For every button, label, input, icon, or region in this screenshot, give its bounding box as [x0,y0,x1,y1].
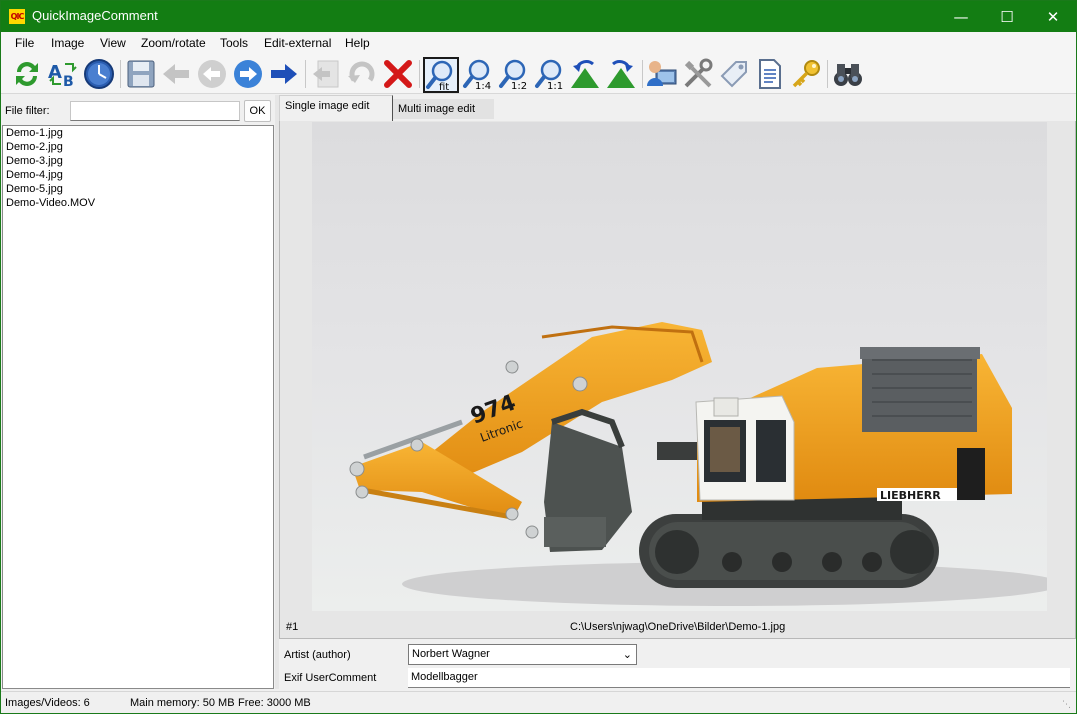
chevron-down-icon[interactable]: ⌄ [623,648,632,661]
list-item[interactable]: Demo-2.jpg [3,140,273,154]
filter-ok-button[interactable]: OK [244,100,271,122]
document-icon[interactable] [754,58,786,90]
comment-label: Exif UserComment [284,672,377,684]
status-free-memory: Free: 3000 MB [238,697,311,709]
list-item[interactable]: Demo-4.jpg [3,168,273,182]
list-item[interactable]: Demo-Video.MOV [3,196,273,210]
clock-icon[interactable] [83,58,115,90]
next-circle-icon[interactable] [232,58,264,90]
toolbar-separator [419,60,420,88]
image-preview: LIEBHERR 974 Litronic [312,122,1047,611]
rename-icon[interactable]: AB [47,58,79,90]
next-arrow-icon[interactable] [268,58,300,90]
undo-icon[interactable] [346,58,378,90]
binoculars-icon[interactable] [832,58,864,90]
list-item[interactable]: Demo-1.jpg [3,126,273,140]
svg-text:1:1: 1:1 [547,81,563,90]
image-viewer[interactable]: LIEBHERR 974 Litronic #1 C:\Users\njwag\… [279,121,1076,639]
status-image-count: Images/Videos: 6 [5,697,90,709]
app-window: QIC QuickImageComment — ☐ ✕ File Image V… [0,0,1077,714]
image-index: #1 [286,621,299,633]
zoom-1-4-icon[interactable]: 1:4 [462,58,494,92]
file-panel: File filter: OK Demo-1.jpg Demo-2.jpg De… [1,95,275,689]
status-bar: Images/Videos: 6 Main memory: 50 MB Free… [1,691,1076,713]
file-filter-label: File filter: [5,105,50,117]
menu-view[interactable]: View [100,36,126,50]
menu-zoom-rotate[interactable]: Zoom/rotate [141,36,206,50]
menu-file[interactable]: File [15,36,34,50]
delete-icon[interactable] [382,58,414,90]
maximize-button[interactable]: ☐ [984,1,1030,32]
toolbar-separator [120,60,121,88]
rotate-left-icon[interactable] [569,58,601,90]
toolbar-separator [827,60,828,88]
file-filter-input[interactable] [70,101,240,121]
zoom-fit-icon[interactable]: fit [423,57,459,93]
tools-icon[interactable] [682,58,714,90]
list-item[interactable]: Demo-3.jpg [3,154,273,168]
tab-single-image-edit[interactable]: Single image edit [279,95,393,121]
key-icon[interactable] [790,58,822,90]
zoom-1-1-icon[interactable]: 1:1 [534,58,566,92]
toolbar: AB fit 1:4 1:2 1:1 [1,54,1076,94]
image-path: C:\Users\njwag\OneDrive\Bilder\Demo-1.jp… [570,621,786,633]
brand-label: LIEBHERR [880,489,941,502]
svg-text:B: B [63,74,74,90]
status-main-memory: Main memory: 50 MB [130,697,235,709]
close-button[interactable]: ✕ [1030,1,1076,32]
previous-arrow-icon[interactable] [160,58,192,90]
resize-grip-icon[interactable]: ⋱ [1062,700,1072,710]
app-logo-icon: QIC [9,9,25,24]
artist-value: Norbert Wagner [412,648,490,660]
user-settings-icon[interactable] [646,58,678,90]
zoom-1-2-icon[interactable]: 1:2 [498,58,530,92]
menu-edit-external[interactable]: Edit-external [264,36,331,50]
tag-icon[interactable] [718,58,750,90]
image-panel: Single image edit Multi image edit LIEBH… [279,95,1076,689]
refresh-icon[interactable] [11,58,43,90]
comment-field[interactable]: Modellbagger [408,668,1070,688]
toolbar-separator [305,60,306,88]
tab-multi-image-edit[interactable]: Multi image edit [393,99,494,119]
window-title: QuickImageComment [32,8,158,23]
minimize-button[interactable]: — [938,1,984,32]
menu-image[interactable]: Image [51,36,84,50]
previous-circle-icon[interactable] [196,58,228,90]
list-item[interactable]: Demo-5.jpg [3,182,273,196]
artist-combobox[interactable]: Norbert Wagner ⌄ [408,644,637,665]
toolbar-separator [642,60,643,88]
save-icon[interactable] [125,58,157,90]
rotate-right-icon[interactable] [605,58,637,90]
svg-text:fit: fit [439,82,449,91]
menu-bar: File Image View Zoom/rotate Tools Edit-e… [1,32,1076,54]
menu-tools[interactable]: Tools [220,36,248,50]
svg-text:1:4: 1:4 [475,81,491,90]
artist-label: Artist (author) [284,649,351,661]
svg-text:1:2: 1:2 [511,81,527,90]
menu-help[interactable]: Help [345,36,370,50]
title-bar[interactable]: QIC QuickImageComment — ☐ ✕ [1,1,1076,32]
file-list[interactable]: Demo-1.jpg Demo-2.jpg Demo-3.jpg Demo-4.… [2,125,274,689]
first-icon[interactable] [310,58,342,90]
